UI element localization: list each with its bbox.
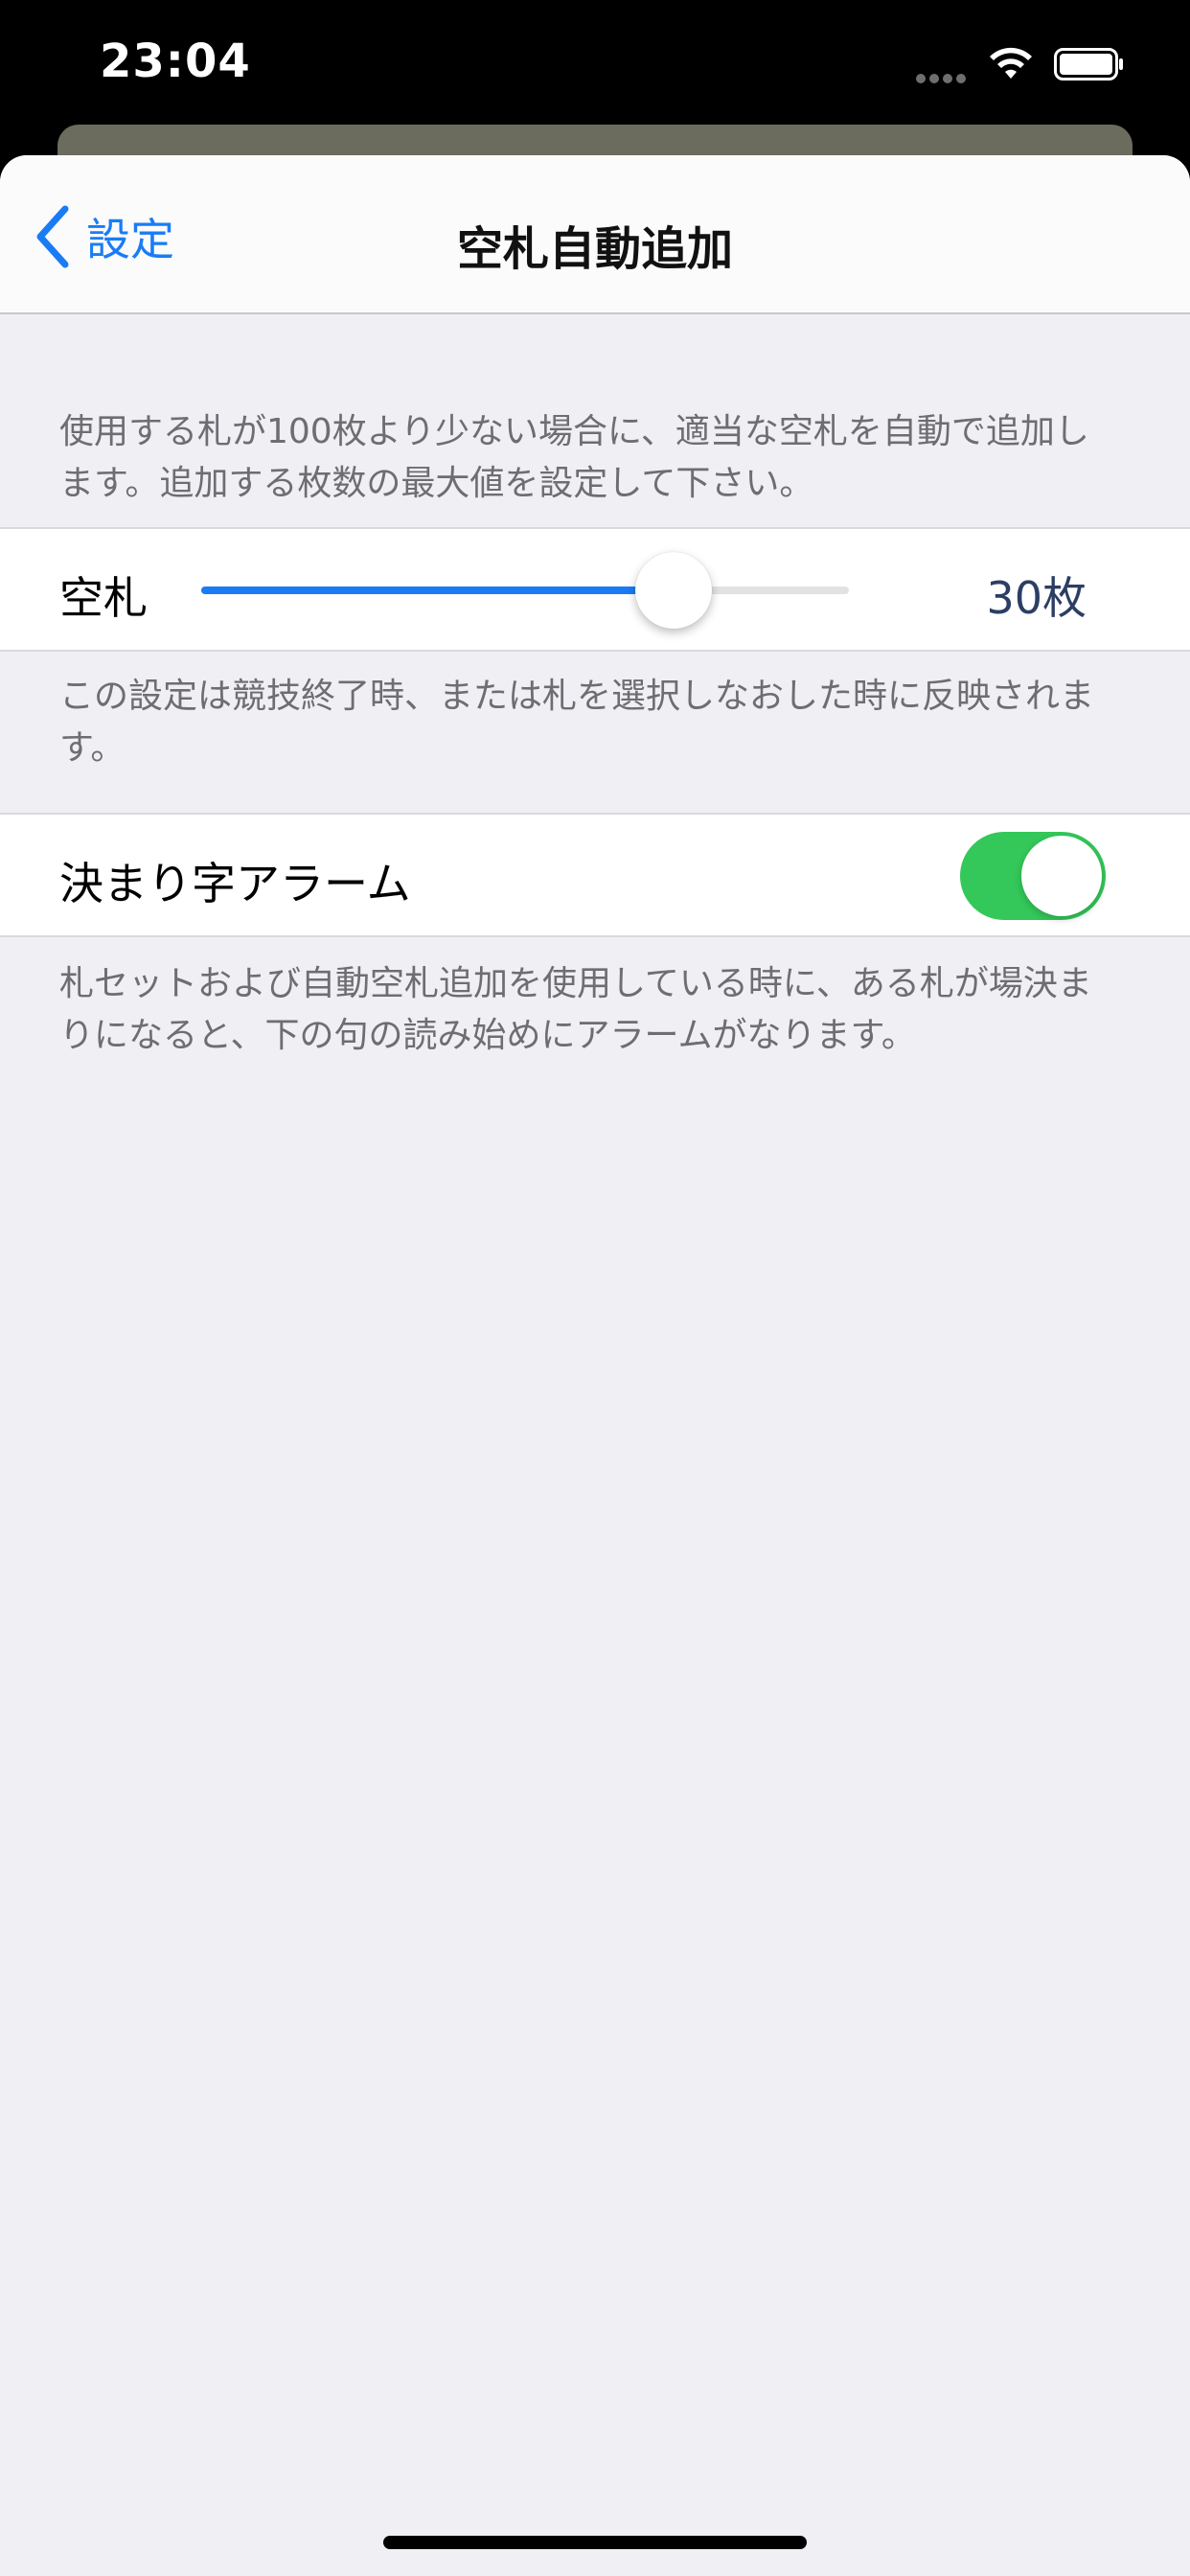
status-time: 23:04	[100, 34, 251, 88]
decision-alarm-cell: 決まり字アラーム	[0, 813, 1190, 937]
blank-card-slider-cell: 空札 30枚	[0, 527, 1190, 652]
page-title: 空札自動追加	[456, 222, 733, 276]
wifi-icon	[990, 47, 1032, 79]
decision-alarm-label: 決まり字アラーム	[59, 858, 411, 909]
blank-card-label: 空札	[59, 572, 148, 624]
slider-thumb[interactable]	[635, 552, 712, 629]
slider-fill	[201, 586, 674, 594]
settings-sheet: 設定 空札自動追加 使用する札が100枚より少ない場合に、適当な空札を自動で追加…	[0, 155, 1190, 2576]
signal-dots-icon	[916, 69, 970, 83]
screen: 23:04 設定 空札自動追加 使用する札が100枚より少ない場合に、適当な空札…	[0, 0, 1190, 2576]
slider-section-footer: この設定は競技終了時、または札を選択しなおした時に反映されます。	[59, 677, 1095, 768]
toggle-knob	[1021, 836, 1102, 916]
home-indicator[interactable]	[383, 2536, 807, 2549]
battery-icon	[1054, 48, 1123, 80]
status-bar: 23:04	[0, 0, 1190, 126]
alarm-section-footer: 札セットおよび自動空札追加を使用している時に、ある札が場決まりになると、下の句の…	[59, 964, 1092, 1055]
blank-card-slider[interactable]	[201, 550, 849, 631]
slider-section-header: 使用する札が100枚より少ない場合に、適当な空札を自動で追加します。追加する枚数…	[59, 412, 1089, 503]
blank-card-count-value: 30枚	[986, 572, 1087, 624]
decision-alarm-toggle[interactable]	[960, 832, 1106, 920]
navigation-bar: 設定 空札自動追加	[0, 155, 1190, 314]
